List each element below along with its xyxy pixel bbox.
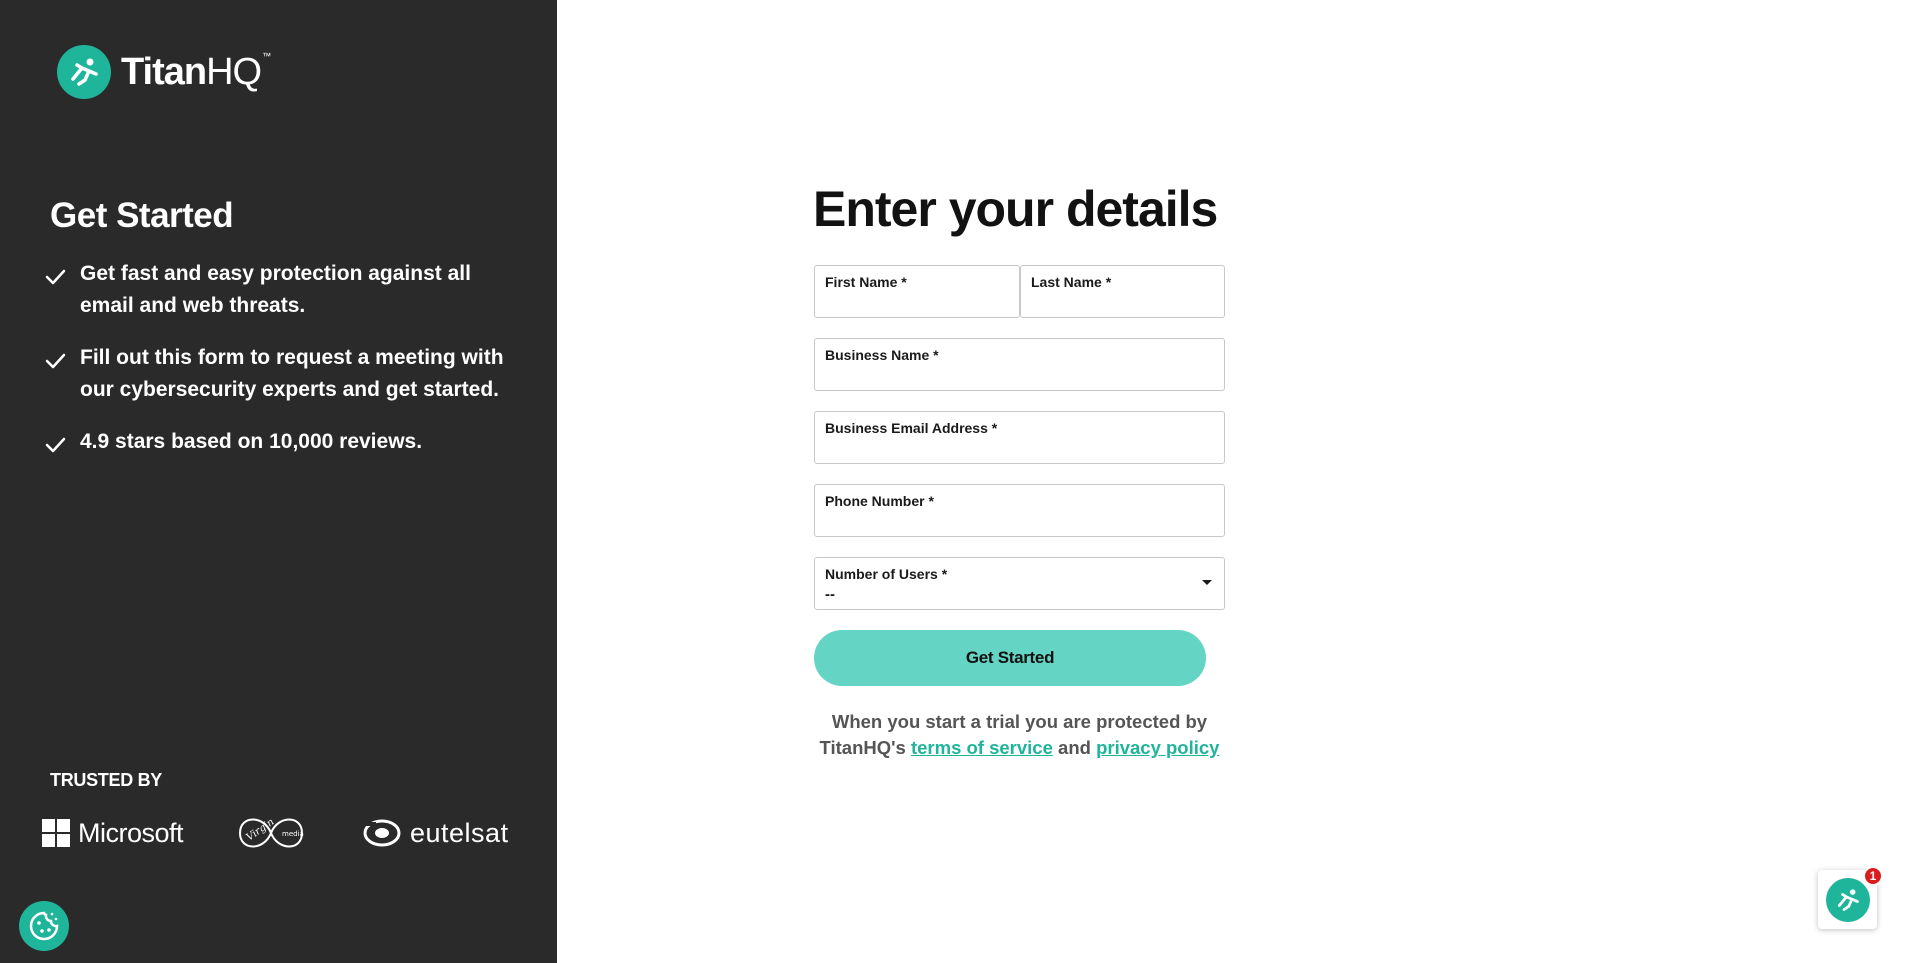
titanhq-logo[interactable]: TitanHQ™ <box>57 45 271 99</box>
benefit-text: Fill out this form to request a meeting … <box>80 346 504 401</box>
first-name-field[interactable]: First Name * <box>814 265 1020 318</box>
titanhq-runner-icon <box>57 45 111 99</box>
chat-widget-button[interactable]: 1 <box>1818 866 1883 929</box>
benefit-item: Get fast and easy protection against all… <box>44 258 504 322</box>
chevron-down-icon <box>1202 580 1212 585</box>
privacy-policy-link[interactable]: privacy policy <box>1096 737 1219 758</box>
last-name-field[interactable]: Last Name * <box>1020 265 1225 318</box>
business-email-field[interactable]: Business Email Address * <box>814 411 1225 464</box>
trusted-by-label: TRUSTED BY <box>50 770 163 790</box>
last-name-input[interactable] <box>1031 292 1214 312</box>
business-name-label: Business Name * <box>825 347 939 363</box>
number-of-users-label: Number of Users * <box>825 566 948 582</box>
main-content: Enter your details First Name * Last Nam… <box>557 0 1920 963</box>
benefit-text: Get fast and easy protection against all… <box>80 262 471 317</box>
notification-badge: 1 <box>1863 866 1883 886</box>
left-panel: TitanHQ™ Get Started Get fast and easy p… <box>0 0 557 963</box>
terms-of-service-link[interactable]: terms of service <box>911 737 1053 758</box>
last-name-label: Last Name * <box>1031 274 1112 290</box>
business-email-label: Business Email Address * <box>825 420 998 436</box>
business-name-input[interactable] <box>825 365 1214 385</box>
first-name-label: First Name * <box>825 274 907 290</box>
terms-disclaimer: When you start a trial you are protected… <box>814 709 1225 761</box>
svg-text:media: media <box>282 830 304 838</box>
eutelsat-logo: eutelsat <box>362 818 512 849</box>
virgin-media-logo: Virgin media <box>232 809 362 857</box>
signup-form: First Name * Last Name * Business Name *… <box>814 265 1225 686</box>
number-of-users-value: -- <box>825 586 835 603</box>
benefit-list: Get fast and easy protection against all… <box>44 258 504 478</box>
phone-number-label: Phone Number * <box>825 493 934 509</box>
trusted-brands: Microsoft Virgin media eutelsat <box>42 808 512 858</box>
benefit-item: 4.9 stars based on 10,000 reviews. <box>44 426 504 458</box>
microsoft-logo: Microsoft <box>42 818 232 849</box>
business-name-field[interactable]: Business Name * <box>814 338 1225 391</box>
get-started-button[interactable]: Get Started <box>814 630 1206 686</box>
form-title: Enter your details <box>813 181 1218 237</box>
name-row: First Name * Last Name * <box>814 265 1225 338</box>
logo-text: TitanHQ™ <box>121 50 271 93</box>
business-email-input[interactable] <box>825 438 1214 458</box>
benefit-text: 4.9 stars based on 10,000 reviews. <box>80 430 423 453</box>
left-heading: Get Started <box>50 196 234 235</box>
microsoft-windows-icon <box>42 819 70 847</box>
phone-number-input[interactable] <box>825 511 1214 531</box>
chat-avatar-icon <box>1825 877 1870 922</box>
eutelsat-icon <box>362 819 401 847</box>
checkmark-icon <box>45 353 66 369</box>
number-of-users-select[interactable]: Number of Users * -- <box>814 557 1225 610</box>
checkmark-icon <box>45 269 66 285</box>
benefit-item: Fill out this form to request a meeting … <box>44 342 504 406</box>
first-name-input[interactable] <box>825 292 1009 312</box>
checkmark-icon <box>45 437 66 453</box>
disclaimer-text-middle: and <box>1052 737 1097 758</box>
cookie-settings-button[interactable] <box>19 901 69 951</box>
phone-number-field[interactable]: Phone Number * <box>814 484 1225 537</box>
cookie-icon <box>29 911 59 941</box>
